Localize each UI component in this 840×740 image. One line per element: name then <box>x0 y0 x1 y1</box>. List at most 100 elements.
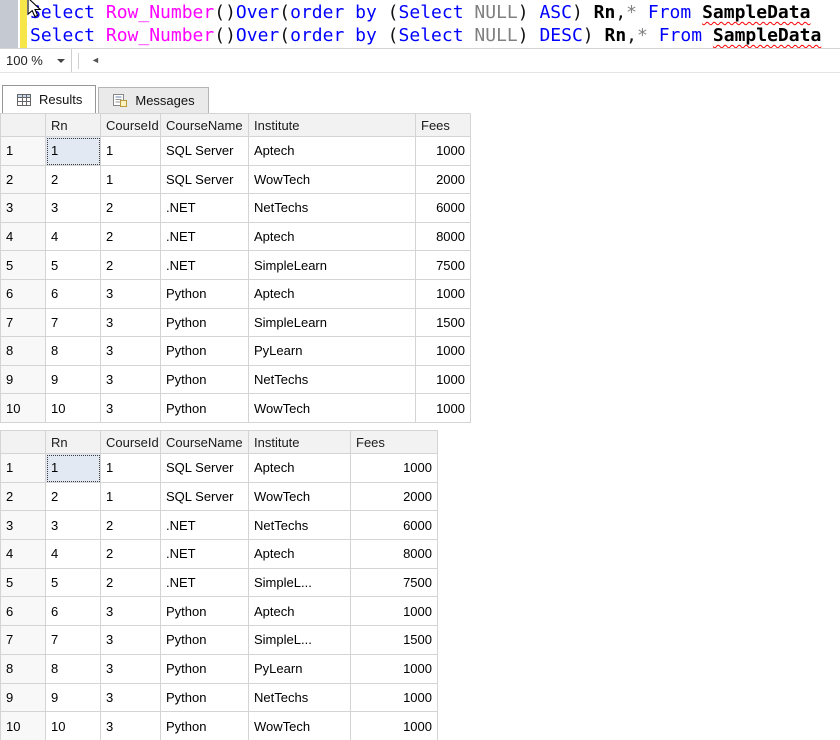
grid-cell[interactable]: Aptech <box>249 540 351 569</box>
grid-cell[interactable]: 2 <box>46 482 101 512</box>
row-header-cell[interactable]: 5 <box>1 568 46 598</box>
grid-cell[interactable]: 4 <box>46 540 101 569</box>
grid-cell[interactable]: 3 <box>101 683 161 713</box>
grid-cell[interactable]: PyLearn <box>249 337 416 366</box>
grid-cell[interactable]: 1000 <box>416 337 471 366</box>
grid-cell[interactable]: 8000 <box>351 540 438 569</box>
grid-cell[interactable]: 9 <box>46 683 101 713</box>
row-header-cell[interactable]: 3 <box>1 194 46 223</box>
grid-cell[interactable]: 1 <box>46 137 101 166</box>
grid-cell[interactable]: SQL Server <box>161 137 249 166</box>
grid-cell[interactable]: 9 <box>46 365 101 395</box>
grid-cell[interactable]: 7500 <box>351 568 438 598</box>
column-header-fees[interactable]: Fees <box>416 114 471 137</box>
grid-cell[interactable]: .NET <box>161 568 249 598</box>
grid-cell[interactable]: Aptech <box>249 137 416 166</box>
row-header-cell[interactable]: 8 <box>1 337 46 366</box>
row-header-cell[interactable]: 6 <box>1 597 46 627</box>
corner-header-cell[interactable] <box>1 114 46 137</box>
grid-cell[interactable]: 3 <box>101 597 161 627</box>
grid-cell[interactable]: NetTechs <box>249 365 416 395</box>
grid-cell[interactable]: SimpleL... <box>249 568 351 598</box>
grid-cell[interactable]: 1000 <box>351 597 438 627</box>
grid-cell[interactable]: SimpleLearn <box>249 251 416 280</box>
sql-editor[interactable]: Select Row_Number()Over(order by (Select… <box>0 0 840 48</box>
grid-cell[interactable]: 3 <box>101 654 161 684</box>
grid-cell[interactable]: Python <box>161 308 249 338</box>
grid-cell[interactable]: 2 <box>101 251 161 280</box>
grid-cell[interactable]: 6000 <box>351 511 438 541</box>
column-header-institute[interactable]: Institute <box>249 431 351 454</box>
grid-cell[interactable]: SimpleL... <box>249 626 351 655</box>
grid-cell[interactable]: 3 <box>101 337 161 366</box>
grid-cell[interactable]: Python <box>161 279 249 309</box>
grid-cell[interactable]: 7 <box>46 626 101 655</box>
grid-cell[interactable]: 2 <box>46 165 101 195</box>
grid-cell[interactable]: 3 <box>101 626 161 655</box>
grid-cell[interactable]: 5 <box>46 568 101 598</box>
grid-cell[interactable]: .NET <box>161 194 249 223</box>
row-header-cell[interactable]: 7 <box>1 308 46 338</box>
column-header-courseid[interactable]: CourseId <box>101 431 161 454</box>
row-header-cell[interactable]: 2 <box>1 482 46 512</box>
grid-cell[interactable]: Aptech <box>249 597 351 627</box>
column-header-coursename[interactable]: CourseName <box>161 114 249 137</box>
row-header-cell[interactable]: 4 <box>1 540 46 569</box>
row-header-cell[interactable]: 3 <box>1 511 46 541</box>
grid-cell[interactable]: 3 <box>101 308 161 338</box>
grid-cell[interactable]: Python <box>161 626 249 655</box>
grid-cell[interactable]: WowTech <box>249 394 416 423</box>
grid-cell[interactable]: 3 <box>46 194 101 223</box>
column-header-rn[interactable]: Rn <box>46 114 101 137</box>
row-header-cell[interactable]: 9 <box>1 683 46 713</box>
grid-cell[interactable]: 5 <box>46 251 101 280</box>
grid-cell[interactable]: 3 <box>101 394 161 423</box>
grid-cell[interactable]: 6 <box>46 597 101 627</box>
grid-cell[interactable]: 2 <box>101 511 161 541</box>
grid-cell[interactable]: Python <box>161 365 249 395</box>
grid-cell[interactable]: 2000 <box>351 482 438 512</box>
row-header-cell[interactable]: 7 <box>1 626 46 655</box>
grid-cell[interactable]: 7 <box>46 308 101 338</box>
grid-cell[interactable]: 3 <box>46 511 101 541</box>
grid-cell[interactable]: 1000 <box>416 365 471 395</box>
grid-cell[interactable]: 1 <box>101 482 161 512</box>
row-header-cell[interactable]: 10 <box>1 712 46 740</box>
tab-messages[interactable]: Messages <box>98 87 209 113</box>
sql-code-line-1[interactable]: Select Row_Number()Over(order by (Select… <box>30 1 821 24</box>
column-header-institute[interactable]: Institute <box>249 114 416 137</box>
grid-cell[interactable]: 1000 <box>351 454 438 483</box>
grid-cell[interactable]: WowTech <box>249 712 351 740</box>
grid-cell[interactable]: Aptech <box>249 454 351 483</box>
scroll-left-arrow-icon[interactable]: ◄ <box>91 56 100 65</box>
grid-cell[interactable]: 1000 <box>416 394 471 423</box>
grid-cell[interactable]: .NET <box>161 251 249 280</box>
sql-code-line-2[interactable]: Select Row_Number()Over(order by (Select… <box>30 24 821 47</box>
grid-cell[interactable]: .NET <box>161 222 249 252</box>
row-header-cell[interactable]: 9 <box>1 365 46 395</box>
grid-cell[interactable]: 1000 <box>351 712 438 740</box>
grid-cell[interactable]: Python <box>161 654 249 684</box>
grid-cell[interactable]: 3 <box>101 712 161 740</box>
grid-cell[interactable]: 1000 <box>416 137 471 166</box>
grid-cell[interactable]: 2 <box>101 222 161 252</box>
grid-cell[interactable]: 1 <box>101 454 161 483</box>
row-header-cell[interactable]: 5 <box>1 251 46 280</box>
grid-cell[interactable]: 3 <box>101 279 161 309</box>
grid-cell[interactable]: Python <box>161 597 249 627</box>
row-header-cell[interactable]: 8 <box>1 654 46 684</box>
zoom-level-select[interactable]: 100 % <box>0 49 72 72</box>
grid-cell[interactable]: 6000 <box>416 194 471 223</box>
grid-cell[interactable]: Python <box>161 337 249 366</box>
grid-cell[interactable]: 10 <box>46 394 101 423</box>
column-header-courseid[interactable]: CourseId <box>101 114 161 137</box>
column-header-rn[interactable]: Rn <box>46 431 101 454</box>
grid-cell[interactable]: PyLearn <box>249 654 351 684</box>
row-header-cell[interactable]: 4 <box>1 222 46 252</box>
row-header-cell[interactable]: 2 <box>1 165 46 195</box>
grid-cell[interactable]: 6 <box>46 279 101 309</box>
grid-cell[interactable]: 1000 <box>351 654 438 684</box>
row-header-cell[interactable]: 6 <box>1 279 46 309</box>
grid-cell[interactable]: 3 <box>101 365 161 395</box>
grid-cell[interactable]: 1000 <box>416 279 471 309</box>
